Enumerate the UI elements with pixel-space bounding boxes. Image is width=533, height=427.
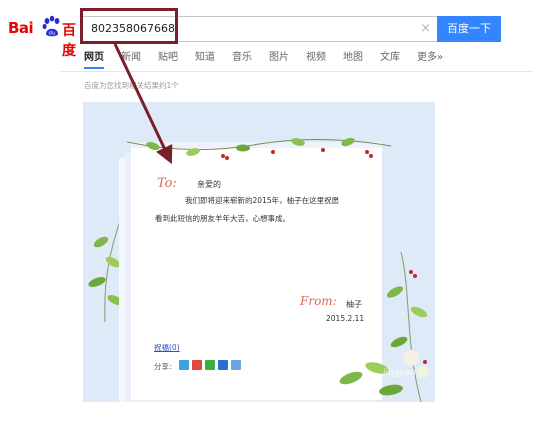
qzone-share-icon[interactable] — [179, 360, 189, 370]
from-label: From: — [300, 294, 337, 308]
wechat-share-icon[interactable] — [205, 360, 215, 370]
tencent-share-icon[interactable] — [231, 360, 241, 370]
weibo-share-icon[interactable] — [192, 360, 202, 370]
greeting-card: To: 亲爱的 我们即将迎来崭新的2015年，柚子在这里祝愿 看到此短信的朋友羊… — [83, 102, 435, 402]
logo-text-bai: Bai — [8, 19, 34, 37]
leaf-decoration-left — [88, 212, 124, 322]
share-label: 分享: — [154, 362, 172, 371]
to-label: To: — [157, 176, 177, 191]
search-box[interactable]: × — [82, 16, 438, 42]
baidu-logo[interactable]: Bai du 百度 — [8, 15, 80, 59]
logo-text-baidu: 百度 — [62, 23, 76, 59]
svg-text:du: du — [49, 31, 56, 37]
tab-tieba[interactable]: 贴吧 — [158, 50, 178, 69]
sender-name: 柚子 — [346, 300, 362, 309]
tab-more[interactable]: 更多» — [417, 50, 443, 72]
card-date: 2015.2.11 — [326, 314, 365, 323]
share-icons — [179, 360, 244, 370]
message-line-1: 我们即将迎来崭新的2015年，柚子在这里祝愿 — [185, 196, 340, 205]
result-count: 百度为您找到相关结果约1个 — [84, 81, 179, 90]
renren-share-icon[interactable] — [218, 360, 228, 370]
search-button[interactable]: 百度一下 — [437, 16, 501, 42]
tab-zhidao[interactable]: 知道 — [195, 50, 215, 69]
message-line-2: 看到此短信的朋友羊年大吉，心想事成。 — [155, 214, 290, 223]
watermark-text: jingyan — [383, 368, 416, 378]
search-tabs: 网页 新闻 贴吧 知道 音乐 图片 视频 地图 文库 更多» — [84, 50, 443, 72]
leaf-decoration-bottom — [339, 350, 429, 396]
tab-video[interactable]: 视频 — [306, 50, 326, 69]
tab-wenku[interactable]: 文库 — [380, 50, 400, 69]
tab-images[interactable]: 图片 — [269, 50, 289, 69]
clear-icon[interactable]: × — [420, 21, 431, 37]
tab-divider — [60, 71, 533, 72]
bless-link[interactable]: 祝福(0) — [154, 342, 180, 353]
tab-music[interactable]: 音乐 — [232, 50, 252, 69]
paw-icon: du — [42, 15, 60, 37]
search-input[interactable] — [87, 19, 411, 37]
berry-garland — [126, 137, 392, 160]
tab-web[interactable]: 网页 — [84, 50, 104, 69]
greeting-text: 亲爱的 — [197, 180, 221, 189]
tab-news[interactable]: 新闻 — [121, 50, 141, 69]
tab-map[interactable]: 地图 — [343, 50, 363, 69]
